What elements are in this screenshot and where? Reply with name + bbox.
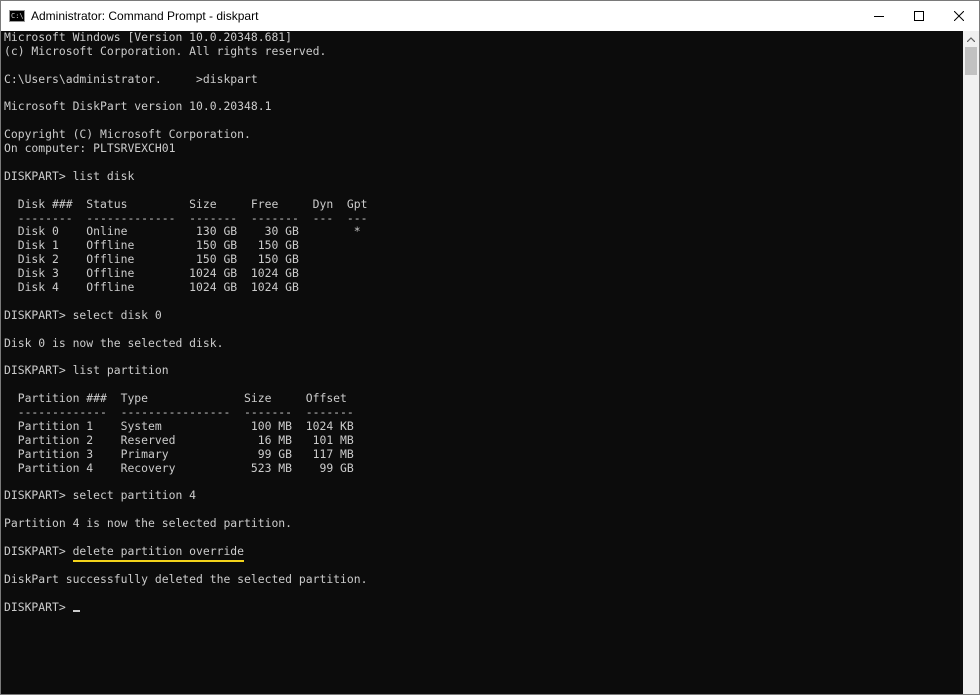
console-result: DiskPart successfully deleted the select… — [1, 559, 963, 601]
console-line: Partition ### Type Size Offset — [4, 391, 347, 406]
console-line: Partition 4 Recovery 523 MB 99 GB — [4, 460, 354, 475]
console-output[interactable]: Microsoft Windows [Version 10.0.20348.68… — [1, 31, 963, 694]
maximize-button[interactable] — [899, 1, 939, 31]
console-line: (c) Microsoft Corporation. All rights re… — [4, 43, 327, 58]
command-prompt-icon: C:\ — [9, 10, 25, 22]
prompt-text: DISKPART> — [4, 543, 73, 558]
minimize-icon — [874, 16, 884, 17]
console-line: Disk 0 is now the selected disk. — [4, 335, 224, 350]
console-line: Disk ### Status Size Free Dyn Gpt — [4, 196, 368, 211]
maximize-icon — [914, 11, 924, 21]
console-line: Disk 3 Offline 1024 GB 1024 GB — [4, 266, 299, 281]
console-line-delete-command: DISKPART> delete partition override — [1, 543, 963, 562]
close-button[interactable] — [939, 1, 979, 31]
window-title: Administrator: Command Prompt - diskpart — [31, 9, 259, 23]
console-line: Partition 1 System 100 MB 1024 KB — [4, 418, 354, 433]
command-prompt-window: C:\ Administrator: Command Prompt - disk… — [0, 0, 980, 695]
scroll-thumb[interactable] — [965, 47, 977, 75]
title-bar[interactable]: C:\ Administrator: Command Prompt - disk… — [1, 1, 979, 31]
final-prompt-text: DISKPART> — [4, 599, 73, 614]
console-line-active-prompt[interactable]: DISKPART> — [1, 599, 963, 615]
console-line: DiskPart successfully deleted the select… — [4, 571, 368, 586]
scroll-up-arrow-icon — [967, 36, 975, 42]
console-line: ------------- ---------------- ------- -… — [4, 405, 354, 420]
text-cursor — [72, 609, 80, 612]
console-line: DISKPART> list disk — [4, 168, 135, 183]
console-line: -------- ------------- ------- ------- -… — [4, 210, 368, 225]
console-line: Partition 4 is now the selected partitio… — [4, 516, 293, 531]
console-line: Disk 2 Offline 150 GB 150 GB — [4, 252, 299, 267]
console-line: DISKPART> list partition — [4, 363, 169, 378]
highlighted-command: delete partition override — [72, 543, 245, 562]
close-icon — [954, 11, 964, 21]
console-line: C:\Users\administrator. >diskpart — [4, 71, 258, 86]
console-line: Partition 2 Reserved 16 MB 101 MB — [4, 432, 354, 447]
console-line: Disk 1 Offline 150 GB 150 GB — [4, 238, 299, 253]
console-line: On computer: PLTSRVEXCH01 — [4, 141, 176, 156]
vertical-scrollbar[interactable] — [963, 31, 979, 694]
console-line: Partition 3 Primary 99 GB 117 MB — [4, 446, 354, 461]
console-line: DISKPART> select disk 0 — [4, 307, 162, 322]
console-line: Microsoft DiskPart version 10.0.20348.1 — [4, 99, 272, 114]
minimize-button[interactable] — [859, 1, 899, 31]
console-line: Disk 4 Offline 1024 GB 1024 GB — [4, 280, 299, 295]
console-line: Microsoft Windows [Version 10.0.20348.68… — [4, 31, 293, 44]
console-line: Copyright (C) Microsoft Corporation. — [4, 127, 251, 142]
window-controls — [859, 1, 979, 31]
console-line: Disk 0 Online 130 GB 30 GB * — [4, 224, 361, 239]
console-line: DISKPART> select partition 4 — [4, 488, 197, 503]
scroll-up-button[interactable] — [963, 31, 979, 47]
console-history: Microsoft Windows [Version 10.0.20348.68… — [1, 31, 963, 545]
